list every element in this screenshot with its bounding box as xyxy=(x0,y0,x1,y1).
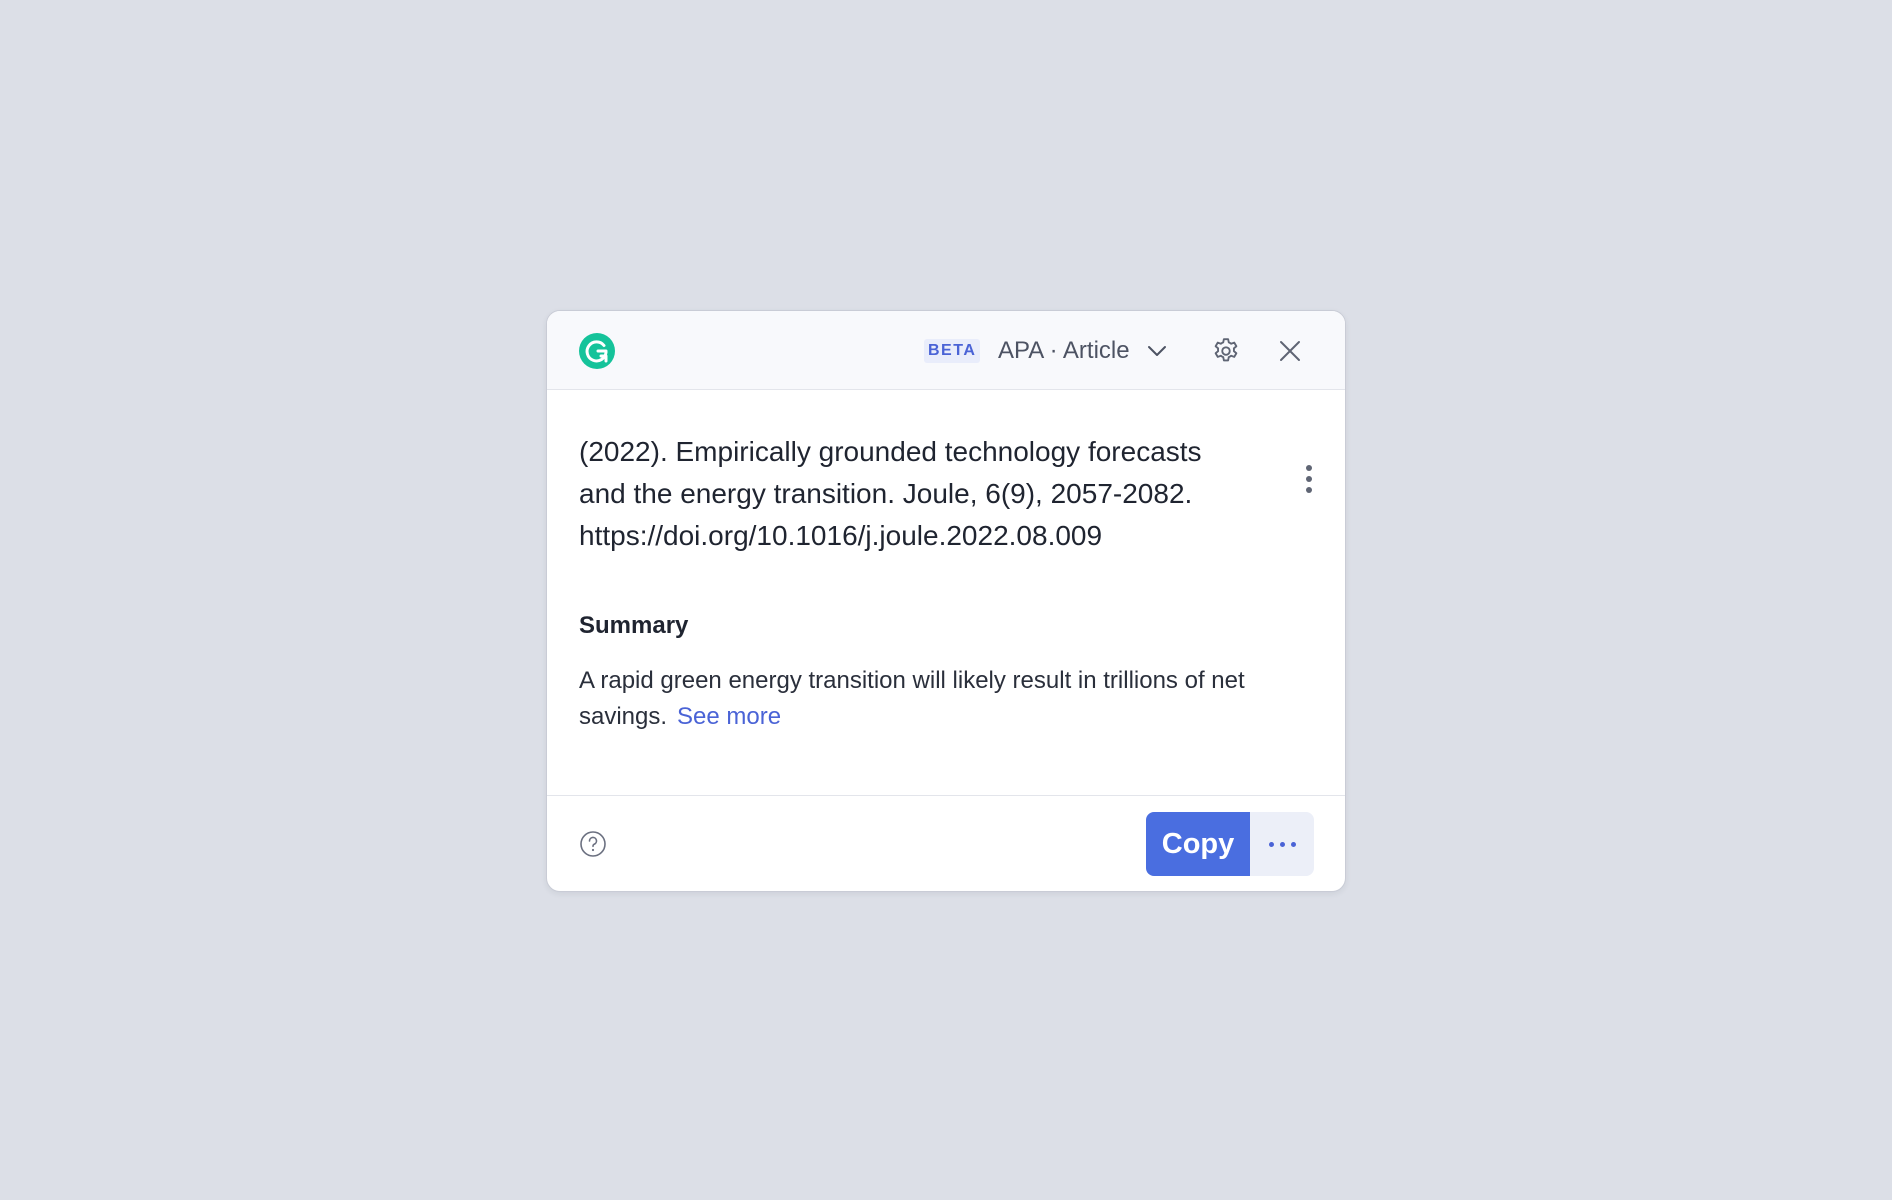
gear-icon xyxy=(1214,338,1238,362)
popup-header: BETA APA · Article xyxy=(547,311,1345,390)
summary-text: A rapid green energy transition will lik… xyxy=(579,663,1259,735)
citation-text: (2022). Empirically grounded technology … xyxy=(579,431,1279,557)
close-button[interactable] xyxy=(1270,331,1310,371)
vertical-dots-icon xyxy=(1306,465,1312,493)
citation-line-1: (2022). Empirically grounded technology … xyxy=(579,436,1202,467)
popup-footer: Copy xyxy=(547,795,1345,891)
help-circle-icon xyxy=(580,831,606,857)
citation-line-2: and the energy transition. Joule, 6(9), … xyxy=(579,478,1193,509)
help-button[interactable] xyxy=(577,828,609,860)
summary-heading: Summary xyxy=(579,612,689,639)
citation-style-dropdown[interactable]: APA · Article xyxy=(998,329,1168,373)
settings-button[interactable] xyxy=(1206,331,1246,371)
citation-style-label: APA · Article xyxy=(998,337,1130,364)
see-more-link[interactable]: See more xyxy=(677,703,781,730)
chevron-down-icon xyxy=(1147,346,1166,356)
citation-doi-link[interactable]: https://doi.org/10.1016/j.joule.2022.08.… xyxy=(579,520,1102,551)
beta-badge: BETA xyxy=(924,339,981,363)
copy-button-group: Copy xyxy=(1146,812,1314,876)
grammarly-logo-icon xyxy=(579,333,615,369)
horizontal-dots-icon xyxy=(1268,841,1274,847)
more-options-button[interactable] xyxy=(1250,812,1314,876)
close-icon xyxy=(1280,341,1300,361)
citation-popup: BETA APA · Article (2022). Empirically g… xyxy=(546,310,1346,892)
citation-menu-button[interactable] xyxy=(1289,455,1329,503)
copy-button[interactable]: Copy xyxy=(1146,812,1250,876)
